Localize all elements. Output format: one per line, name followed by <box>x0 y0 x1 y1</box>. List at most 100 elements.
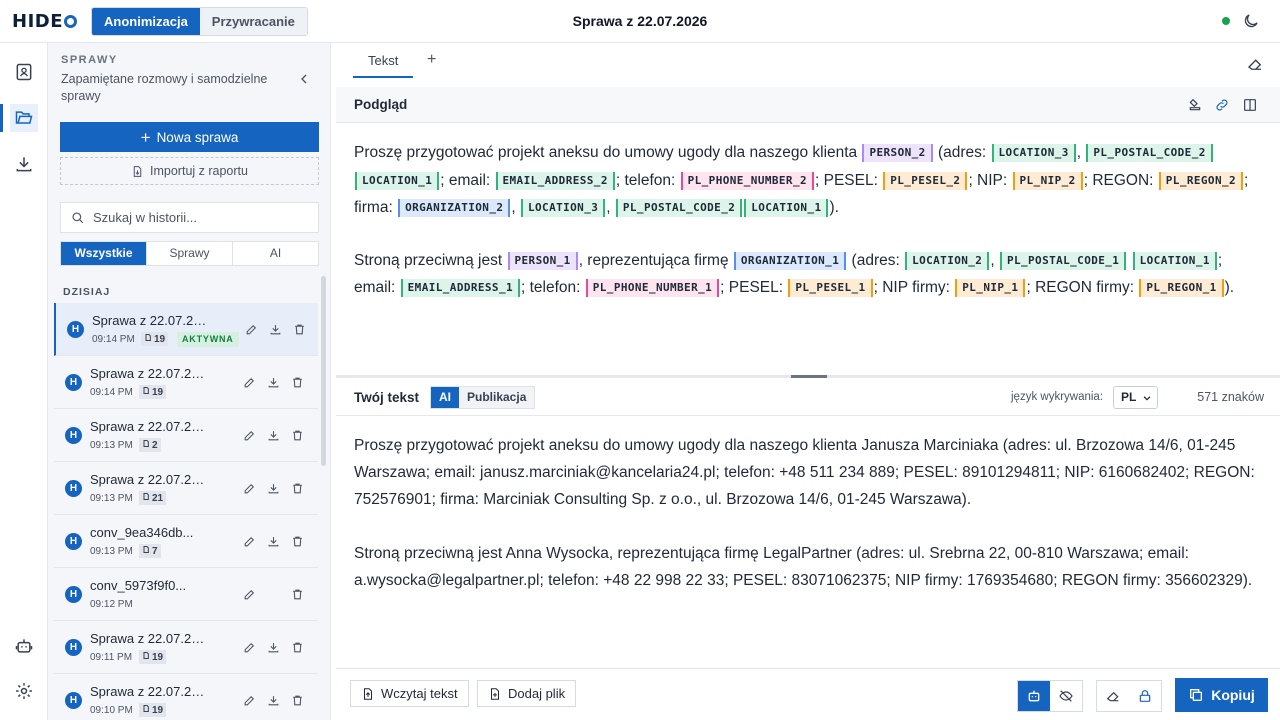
pencil-icon[interactable] <box>241 533 257 549</box>
link-icon[interactable] <box>1214 97 1230 113</box>
download-icon[interactable] <box>267 321 283 337</box>
highlighter-icon[interactable] <box>1187 97 1203 113</box>
chevron-left-icon[interactable] <box>296 71 312 87</box>
source-text[interactable]: Proszę przygotować projekt aneksu do umo… <box>354 432 1259 621</box>
load-text-button[interactable]: Wczytaj tekst <box>350 680 469 707</box>
download-icon[interactable] <box>265 427 281 443</box>
case-list-item[interactable]: Hconv_9ea346db... 09:13 PM 7 <box>54 515 318 568</box>
trash-icon[interactable] <box>291 321 307 337</box>
pencil-icon[interactable] <box>241 639 257 655</box>
history-filters: Wszystkie Sprawy AI <box>60 241 319 266</box>
search-input[interactable] <box>93 210 313 225</box>
entity-token[interactable]: PL_REGON_1 <box>1139 279 1224 297</box>
trash-icon[interactable] <box>289 692 305 708</box>
entity-token[interactable]: PL_PESEL_2 <box>883 171 968 190</box>
eraser-icon[interactable] <box>1246 55 1264 73</box>
entity-token[interactable]: LOCATION_3 <box>521 199 606 217</box>
clear-button[interactable] <box>1097 681 1129 711</box>
trash-icon[interactable] <box>289 374 305 390</box>
preview-text: ; PESEL: <box>720 279 788 296</box>
entity-token[interactable]: ORGANIZATION_1 <box>733 251 847 270</box>
case-list-item[interactable]: H Sprawa z 22.07.2026 09:14 PM 19 AKTYWNA <box>54 303 318 356</box>
entity-token[interactable]: PERSON_1 <box>507 251 578 270</box>
pencil-icon[interactable] <box>241 586 257 602</box>
trash-icon[interactable] <box>289 533 305 549</box>
new-case-button[interactable]: + Nowa sprawa <box>60 122 319 152</box>
entity-count-badge: 19 <box>139 385 167 399</box>
entity-token[interactable]: LOCATION_1 <box>355 171 440 190</box>
entity-token[interactable]: LOCATION_1 <box>1132 251 1217 270</box>
entity-token[interactable]: PL_PESEL_1 <box>788 279 873 297</box>
case-logo-icon: H <box>65 480 82 497</box>
case-list-item[interactable]: H Sprawa z 22.07.2026 09:14 PM 19 <box>54 356 318 409</box>
case-list-item[interactable]: H Sprawa z 22.07.2026 09:10 PM 19 <box>54 674 318 720</box>
download-icon[interactable] <box>265 374 281 390</box>
pencil-icon[interactable] <box>241 480 257 496</box>
download-icon[interactable] <box>265 480 281 496</box>
trash-icon[interactable] <box>289 427 305 443</box>
entity-token[interactable]: LOCATION_3 <box>991 144 1076 162</box>
ai-toggle-group <box>1017 680 1083 712</box>
ai-on-button[interactable] <box>1018 681 1050 711</box>
filter-cases[interactable]: Sprawy <box>147 242 233 265</box>
entity-token[interactable]: LOCATION_1 <box>744 199 829 217</box>
pencil-icon[interactable] <box>241 374 257 390</box>
filter-all[interactable]: Wszystkie <box>61 242 147 265</box>
trash-icon[interactable] <box>289 586 305 602</box>
mode-ai[interactable]: AI <box>431 387 459 408</box>
preview-text: ; NIP firmy: <box>873 279 955 296</box>
entity-token[interactable]: EMAIL_ADDRESS_2 <box>495 171 615 190</box>
case-logo-icon: H <box>65 586 82 603</box>
entity-token[interactable]: PL_POSTAL_CODE_1 <box>999 251 1127 270</box>
entity-token[interactable]: LOCATION_2 <box>905 251 990 270</box>
entity-token[interactable]: PERSON_2 <box>862 144 933 162</box>
download-icon[interactable] <box>265 692 281 708</box>
rail-cases[interactable] <box>0 104 38 132</box>
entity-token[interactable]: EMAIL_ADDRESS_1 <box>400 279 520 297</box>
entity-token[interactable]: PL_REGON_2 <box>1158 171 1244 190</box>
case-list-item[interactable]: H Sprawa z 22.07.2026 09:13 PM 21 <box>54 462 318 515</box>
entity-token[interactable]: PL_NIP_1 <box>955 279 1026 297</box>
trash-icon[interactable] <box>289 639 305 655</box>
plus-icon: + <box>140 127 151 147</box>
lock-button[interactable] <box>1129 681 1161 711</box>
entity-token[interactable]: PL_POSTAL_CODE_2 <box>1086 144 1213 162</box>
entity-token[interactable]: ORGANIZATION_2 <box>398 199 511 217</box>
tab-text[interactable]: Tekst <box>353 53 414 78</box>
pencil-icon[interactable] <box>241 692 257 708</box>
moon-icon[interactable] <box>1242 12 1260 30</box>
contact-book-icon <box>16 63 32 81</box>
entity-token[interactable]: PL_PHONE_NUMBER_1 <box>585 279 720 297</box>
add-tab-button[interactable]: + <box>427 51 436 69</box>
mode-tab-przywracanie[interactable]: Przywracanie <box>199 8 307 35</box>
preview-paragraph: Proszę przygotować projekt aneksu do umo… <box>354 139 1259 222</box>
ai-off-button[interactable] <box>1050 681 1082 711</box>
rail-downloads[interactable] <box>10 150 38 178</box>
entity-token[interactable]: PL_NIP_2 <box>1012 171 1083 190</box>
entity-token[interactable]: PL_POSTAL_CODE_2 <box>615 199 743 217</box>
case-list-item[interactable]: H Sprawa z 22.07.2026 09:11 PM 19 <box>54 621 318 674</box>
download-icon[interactable] <box>265 639 281 655</box>
import-report-button[interactable]: Importuj z raportu <box>60 157 319 185</box>
mode-publication[interactable]: Publikacja <box>459 387 534 408</box>
trash-icon[interactable] <box>289 480 305 496</box>
split-view-icon[interactable] <box>1242 97 1258 113</box>
rail-contacts[interactable] <box>10 58 38 86</box>
filter-ai[interactable]: AI <box>233 242 318 265</box>
eraser-icon <box>1106 691 1119 702</box>
mode-tab-anonimizacja[interactable]: Anonimizacja <box>92 8 200 35</box>
rail-settings[interactable] <box>10 677 38 705</box>
case-list-item[interactable]: Hconv_5973f9f0... 09:12 PM <box>54 568 318 621</box>
entity-token[interactable]: PL_PHONE_NUMBER_2 <box>680 171 814 190</box>
detection-language-select[interactable]: PL <box>1113 386 1158 409</box>
pencil-icon[interactable] <box>243 321 259 337</box>
download-icon[interactable] <box>265 533 281 549</box>
case-list-item[interactable]: H Sprawa z 22.07.2026 09:13 PM 2 <box>54 409 318 462</box>
add-file-button[interactable]: Dodaj plik <box>477 680 577 707</box>
sidebar-scrollbar[interactable] <box>321 276 326 466</box>
rail-robot[interactable] <box>10 632 38 660</box>
copy-button[interactable]: Kopiuj <box>1175 678 1268 712</box>
robot-icon <box>15 639 33 653</box>
pencil-icon[interactable] <box>241 427 257 443</box>
history-search <box>60 202 319 233</box>
